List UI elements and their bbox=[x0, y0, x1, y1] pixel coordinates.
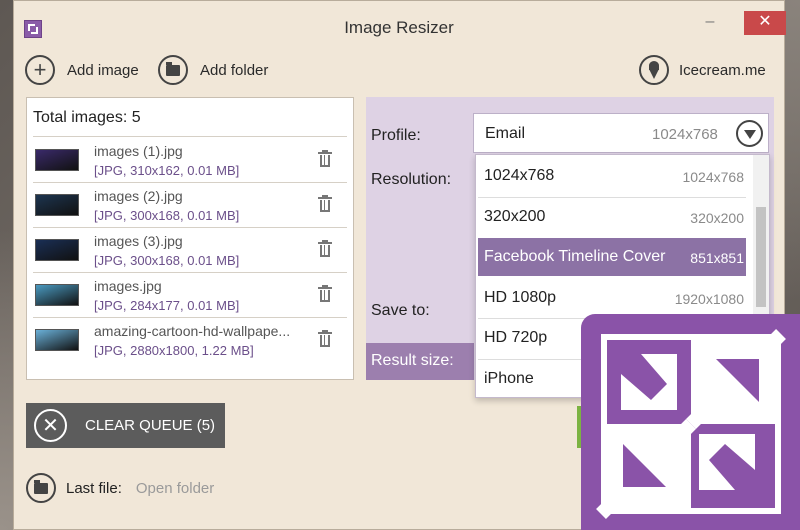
close-button[interactable]: ✕ bbox=[744, 11, 786, 35]
option-label: Facebook Timeline Cover bbox=[484, 248, 666, 265]
close-icon: ✕ bbox=[34, 409, 67, 442]
option-label: HD 1080p bbox=[484, 288, 557, 306]
dropdown-option[interactable]: HD 1080p 1920x1080 bbox=[478, 279, 746, 317]
add-folder-button[interactable]: Add folder bbox=[158, 55, 268, 85]
option-resolution: 1024x768 bbox=[682, 169, 744, 185]
item-details: [JPG, 300x168, 0.01 MB] bbox=[94, 208, 240, 223]
resolution-label: Resolution: bbox=[371, 171, 452, 188]
item-filename: images (2).jpg bbox=[94, 188, 183, 204]
profile-resolution: 1024x768 bbox=[652, 126, 718, 143]
last-file-label: Last file: bbox=[66, 479, 122, 497]
item-filename: images.jpg bbox=[94, 278, 162, 294]
app-logo-overlay bbox=[581, 314, 800, 530]
item-details: [JPG, 300x168, 0.01 MB] bbox=[94, 253, 240, 268]
icecream-label: Icecream.me bbox=[679, 61, 766, 79]
option-label: 1024x768 bbox=[484, 167, 555, 184]
option-resolution: 1920x1080 bbox=[674, 290, 744, 307]
item-filename: images (3).jpg bbox=[94, 233, 183, 249]
icecream-link[interactable]: Icecream.me bbox=[639, 55, 766, 85]
image-thumbnail bbox=[35, 194, 79, 216]
resize-arrows-icon bbox=[596, 329, 786, 519]
icecream-icon bbox=[639, 55, 669, 85]
list-item[interactable]: images.jpg [JPG, 284x177, 0.01 MB] bbox=[33, 273, 349, 317]
result-size-bar: Result size: bbox=[366, 343, 474, 380]
open-folder-link[interactable]: Open folder bbox=[136, 480, 214, 497]
item-details: [JPG, 284x177, 0.01 MB] bbox=[94, 298, 240, 313]
option-label: HD 720p bbox=[484, 329, 548, 346]
dropdown-option[interactable]: 1024x768 1024x768 bbox=[478, 157, 746, 195]
image-thumbnail bbox=[35, 149, 79, 171]
image-thumbnail bbox=[35, 284, 79, 306]
add-image-label: Add image bbox=[67, 61, 139, 79]
folder-icon bbox=[158, 55, 188, 85]
total-images: Total images: 5 bbox=[33, 109, 141, 126]
title-bar: Image Resizer – ✕ bbox=[14, 1, 786, 43]
save-to-label: Save to: bbox=[371, 302, 430, 319]
image-list-panel: Total images: 5 images (1).jpg [JPG, 310x… bbox=[26, 97, 354, 380]
item-filename: images (1).jpg bbox=[94, 143, 183, 159]
clear-queue-button[interactable]: ✕ CLEAR QUEUE (5) bbox=[26, 403, 225, 448]
last-file-row: Last file: Open folder bbox=[26, 473, 214, 503]
result-size-label: Result size: bbox=[371, 352, 454, 369]
trash-icon[interactable] bbox=[318, 195, 332, 213]
clear-queue-label: CLEAR QUEUE (5) bbox=[85, 417, 216, 434]
dropdown-option[interactable]: 320x200 320x200 bbox=[478, 198, 746, 236]
trash-icon[interactable] bbox=[318, 330, 332, 348]
folder-icon[interactable] bbox=[26, 473, 56, 503]
item-details: [JPG, 2880x1800, 1.22 MB] bbox=[94, 343, 254, 358]
maximize-button[interactable] bbox=[726, 11, 744, 35]
option-resolution: 320x200 bbox=[690, 209, 744, 226]
profile-label: Profile: bbox=[371, 127, 421, 144]
image-thumbnail bbox=[35, 239, 79, 261]
list-item[interactable]: images (3).jpg [JPG, 300x168, 0.01 MB] bbox=[33, 228, 349, 272]
option-label: 320x200 bbox=[484, 207, 546, 225]
profile-select[interactable]: Email 1024x768 bbox=[473, 113, 769, 153]
list-item[interactable]: images (2).jpg [JPG, 300x168, 0.01 MB] bbox=[33, 183, 349, 227]
dropdown-option[interactable]: Facebook Timeline Cover 851x851 bbox=[478, 238, 746, 276]
image-thumbnail bbox=[35, 329, 79, 351]
trash-icon[interactable] bbox=[318, 285, 332, 303]
profile-value: Email bbox=[485, 125, 526, 142]
minimize-button[interactable]: – bbox=[700, 11, 720, 35]
option-label: iPhone bbox=[484, 369, 534, 387]
window-title: Image Resizer bbox=[344, 18, 454, 37]
chevron-down-icon[interactable] bbox=[736, 120, 763, 147]
scrollbar-thumb[interactable] bbox=[756, 207, 766, 307]
list-item[interactable]: amazing-cartoon-hd-wallpape... [JPG, 2880… bbox=[33, 318, 349, 362]
plus-icon: + bbox=[25, 55, 55, 85]
trash-icon[interactable] bbox=[318, 150, 332, 168]
option-resolution: 851x851 bbox=[690, 250, 744, 266]
list-item[interactable]: images (1).jpg [JPG, 310x162, 0.01 MB] bbox=[33, 138, 349, 182]
add-image-button[interactable]: + Add image bbox=[25, 55, 139, 85]
add-folder-label: Add folder bbox=[200, 61, 269, 79]
trash-icon[interactable] bbox=[318, 240, 332, 258]
item-details: [JPG, 310x162, 0.01 MB] bbox=[94, 163, 240, 178]
item-filename: amazing-cartoon-hd-wallpape... bbox=[94, 323, 291, 339]
